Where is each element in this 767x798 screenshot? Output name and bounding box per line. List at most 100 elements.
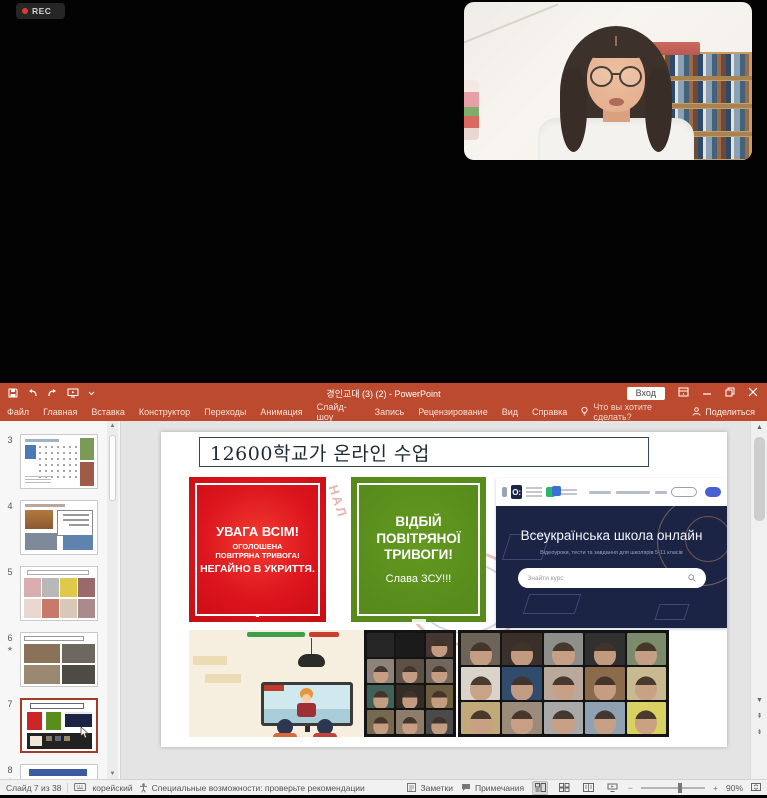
slide-6-thumbnail[interactable]	[20, 632, 98, 687]
slide-scrollbar[interactable]: ▲ ▼ ⇞ ⇟	[750, 421, 767, 779]
animation-star-icon: ★	[0, 777, 20, 779]
shelf-object	[464, 80, 479, 140]
video-call-gallery-small	[364, 630, 456, 737]
menu-tab[interactable]: Рецензирование	[411, 403, 495, 421]
slide-thumbnail-panel: 3 4 5 6 ★ 7 8 ▲ ▼	[0, 421, 121, 779]
participant-tile	[367, 710, 395, 734]
participant-tile	[367, 658, 395, 683]
record-dot-icon	[22, 8, 28, 14]
participant-tile	[543, 667, 584, 700]
fit-to-window-button[interactable]	[751, 782, 761, 794]
participant-tile	[461, 633, 501, 666]
scrollbar-thumb[interactable]	[754, 437, 765, 521]
slide-7-thumbnail-selected[interactable]	[20, 698, 98, 753]
share-button[interactable]: Поделиться	[692, 406, 767, 418]
language-indicator[interactable]: корейский	[92, 783, 132, 793]
participant-tile	[502, 701, 542, 734]
slide-4-thumbnail[interactable]	[20, 500, 98, 555]
ribbon-display-options-icon[interactable]	[678, 384, 689, 402]
zoom-level[interactable]: 90%	[726, 783, 743, 793]
normal-view-button[interactable]	[532, 780, 549, 795]
title-bar: 경인교대 (3) (2) - PowerPoint Вход	[0, 383, 767, 403]
menu-tab[interactable]: Переходы	[197, 403, 253, 421]
next-slide-button[interactable]: ⇟	[751, 729, 767, 736]
menu-tab[interactable]: Вставка	[84, 403, 131, 421]
current-slide[interactable]: НАЛ 12600학교가 온라인 수업 УВАГА ВСІМ! ОГОЛОШЕН…	[161, 432, 727, 747]
previous-slide-button[interactable]: ⇞	[751, 713, 767, 720]
menu-tab[interactable]: Файл	[0, 403, 36, 421]
slideshow-view-button[interactable]	[604, 781, 620, 795]
slide-3-thumbnail[interactable]	[20, 434, 98, 489]
zoom-slider[interactable]	[641, 782, 706, 793]
participant-tile	[461, 701, 501, 734]
zoom-in-button[interactable]: +	[713, 783, 718, 793]
menu-tab[interactable]: Конструктор	[132, 403, 197, 421]
participant-tile	[396, 633, 424, 657]
video-call-gallery-large	[458, 630, 669, 737]
register-button	[670, 487, 698, 497]
participant-tile	[585, 667, 625, 700]
redo-icon[interactable]	[47, 388, 58, 398]
scroll-down-icon[interactable]: ▼	[107, 771, 118, 777]
menu-tab[interactable]: Главная	[36, 403, 84, 421]
participant-tile	[367, 684, 395, 709]
scrollbar-thumb[interactable]	[109, 435, 116, 501]
accessibility-icon	[139, 782, 147, 793]
status-bar: Слайд 7 из 38 корейский Специальные возм…	[0, 779, 767, 795]
restore-button[interactable]	[725, 384, 735, 402]
close-button[interactable]	[748, 384, 758, 402]
participant-tile	[502, 667, 542, 700]
minimize-button[interactable]	[702, 384, 712, 402]
sign-in-button[interactable]: Вход	[626, 386, 665, 400]
slide-5-thumbnail[interactable]	[20, 566, 98, 621]
save-icon[interactable]	[8, 388, 18, 398]
website-title: Всеукраїнська школа онлайн	[520, 528, 703, 543]
comments-button[interactable]: Примечания	[461, 783, 524, 793]
scroll-down-icon[interactable]: ▼	[751, 697, 767, 704]
scroll-up-icon[interactable]: ▲	[107, 423, 118, 429]
zoom-out-button[interactable]: −	[628, 783, 633, 793]
thumbnail-slide-3[interactable]: 3	[0, 434, 120, 489]
zoom-slider-knob[interactable]	[678, 782, 683, 793]
participant-tile	[626, 701, 666, 734]
menu-tab[interactable]: Запись	[368, 403, 412, 421]
thumbnail-slide-8[interactable]: 8★	[0, 764, 120, 779]
keyboard-icon	[74, 782, 87, 793]
screen: REC 경인교대 (3) (2) - PowerPoint Вход Файл …	[0, 0, 767, 798]
tell-me-box[interactable]: Что вы хотите сделать?	[580, 402, 692, 422]
reading-view-button[interactable]	[580, 781, 596, 795]
participant-tile	[502, 633, 542, 666]
website-nav	[588, 490, 667, 494]
slide-sorter-view-button[interactable]	[556, 781, 572, 795]
slide-counter[interactable]: Слайд 7 из 38	[6, 783, 61, 793]
menu-tab[interactable]: Справка	[525, 403, 574, 421]
thumbnail-slide-6[interactable]: 6 ★	[0, 632, 120, 687]
notes-icon	[407, 783, 417, 792]
participant-tile	[626, 667, 666, 700]
quick-access-toolbar	[0, 388, 95, 398]
pendant-lamp-icon	[298, 654, 325, 667]
menu-tab[interactable]: Слайд-шоу	[310, 402, 368, 422]
mouse-cursor-icon	[80, 726, 90, 744]
menu-tab[interactable]: Вид	[495, 403, 525, 421]
notes-button[interactable]: Заметки	[407, 783, 453, 793]
scroll-up-icon[interactable]: ▲	[751, 424, 767, 431]
accessibility-checker[interactable]: Специальные возможности: проверьте реком…	[139, 783, 365, 793]
slide-title[interactable]: 12600학교가 온라인 수업	[199, 437, 649, 467]
participant-tile	[585, 701, 625, 734]
thumbnail-slide-7[interactable]: 7	[0, 698, 120, 753]
undo-icon[interactable]	[27, 388, 38, 398]
thumbnail-slide-5[interactable]: 5	[0, 566, 120, 621]
school-online-website-image: О: Всеукраїнська школа онлайн Відеоуроки…	[496, 478, 727, 628]
wall-line	[464, 3, 559, 47]
participant-tile	[585, 633, 625, 666]
website-hero: Всеукраїнська школа онлайн Відеоуроки, т…	[496, 506, 727, 628]
slide-8-thumbnail[interactable]	[20, 764, 98, 779]
qat-customize-icon[interactable]	[88, 390, 95, 396]
start-presentation-icon[interactable]	[67, 388, 79, 398]
powerpoint-window: 경인교대 (3) (2) - PowerPoint Вход Файл Главн…	[0, 383, 767, 795]
menu-tab[interactable]: Анимация	[253, 403, 309, 421]
login-button	[705, 487, 721, 497]
thumbnail-scrollbar[interactable]: ▲ ▼	[107, 421, 118, 779]
thumbnail-slide-4[interactable]: 4	[0, 500, 120, 555]
